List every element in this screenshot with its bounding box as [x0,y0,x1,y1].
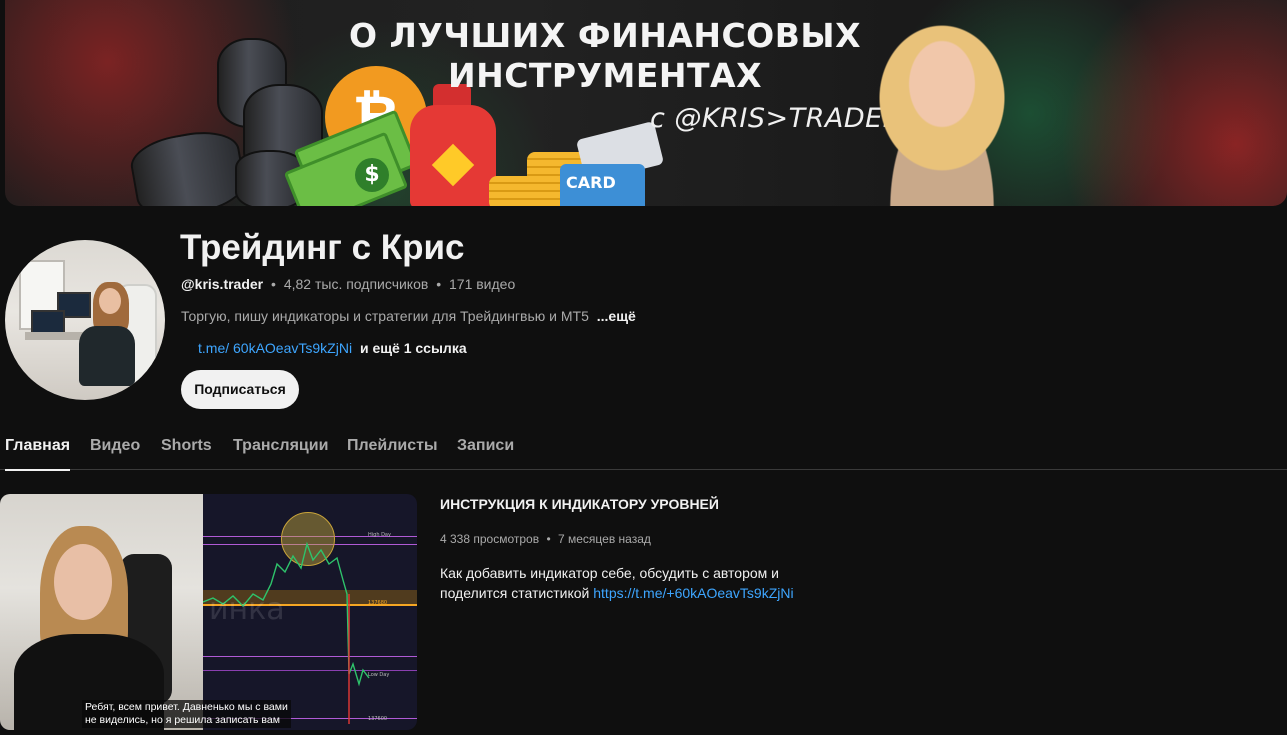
credit-card-image: CARD [560,164,645,206]
subscribe-button[interactable]: Подписаться [181,370,299,409]
caption-line2: не виделись, но я решила записать вам [85,714,280,726]
meta-separator: • [436,276,442,292]
featured-video-thumbnail[interactable]: High Day 137680 Low Day 137600 инка Ребя… [0,494,417,730]
description-more-link[interactable]: ...ещё [597,308,636,324]
thumbnail-webcam [0,494,203,730]
meta-separator: • [546,532,551,546]
chart-label: 137600 [368,716,388,722]
tab-home[interactable]: Главная [5,437,71,471]
upload-age: 7 месяцев назад [557,532,651,546]
channel-description[interactable]: Торгую, пишу индикаторы и стратегии для … [181,307,636,325]
banner-title-line1: О ЛУЧШИХ ФИНАНСОВЫХ [348,16,862,55]
thumbnail-person-face [54,544,112,620]
subscriber-count: 4,82 тыс. подписчиков [283,276,429,292]
chart-label: Low Day [368,672,390,678]
featured-video-title[interactable]: ИНСТРУКЦИЯ К ИНДИКАТОРУ УРОВНЕЙ [440,494,719,514]
channel-avatar[interactable] [5,240,165,400]
chart-label: High Day [368,532,391,538]
tab-videos[interactable]: Видео [90,437,140,470]
channel-banner: ₿ $ CARD О ЛУЧШИХ ФИНАНСОВЫХ ИНСТРУМЕНТА… [5,0,1287,206]
featured-description-link[interactable]: https://t.me/+60kAOeavTs9kZjNi [593,585,793,601]
channel-title: Трейдинг с Крис [180,228,465,267]
featured-video-description: Как добавить индикатор себе, обсудить с … [440,563,840,603]
thumbnail-chart: High Day 137680 Low Day 137600 инка [203,494,417,730]
chart-label: 137680 [368,600,388,606]
caption-line1: Ребят, всем привет. Давненько мы с вами [85,701,288,713]
video-subtitle-caption: Ребят, всем привет. Давненько мы с вами … [82,700,291,728]
avatar-person-face [99,288,121,314]
banner-title: О ЛУЧШИХ ФИНАНСОВЫХ ИНСТРУМЕНТАХ [335,16,875,96]
chart-watermark: инка [209,592,285,627]
channel-description-text: Торгую, пишу индикаторы и стратегии для … [181,308,589,324]
banner-portrait-image [847,8,1037,206]
tab-shorts[interactable]: Shorts [161,437,212,470]
more-links-button[interactable]: и ещё 1 ссылка [360,340,467,356]
meta-separator: • [271,276,276,292]
video-count: 171 видео [449,276,516,292]
featured-video-meta: 4 338 просмотров • 7 месяцев назад [440,530,651,548]
dollar-coin-icon: $ [355,158,389,192]
channel-meta: @kris.trader • 4,82 тыс. подписчиков • 1… [181,275,515,293]
channel-handle: @kris.trader [181,276,264,292]
banner-title-line2: ИНСТРУМЕНТАХ [447,56,763,95]
oil-barrel-image [126,125,250,206]
avatar-person-body [79,326,135,386]
channel-tabs: Главная Видео Shorts Трансляции Плейлист… [0,426,1287,471]
tab-live[interactable]: Трансляции [233,437,328,470]
view-count: 4 338 просмотров [440,532,540,546]
telegram-link[interactable]: t.me/ 60kAOeavTs9kZjNi [198,340,352,356]
tab-playlists[interactable]: Плейлисты [347,437,438,470]
channel-links: t.me/ 60kAOeavTs9kZjNi и ещё 1 ссылка [181,339,467,357]
tab-posts[interactable]: Записи [457,437,514,470]
